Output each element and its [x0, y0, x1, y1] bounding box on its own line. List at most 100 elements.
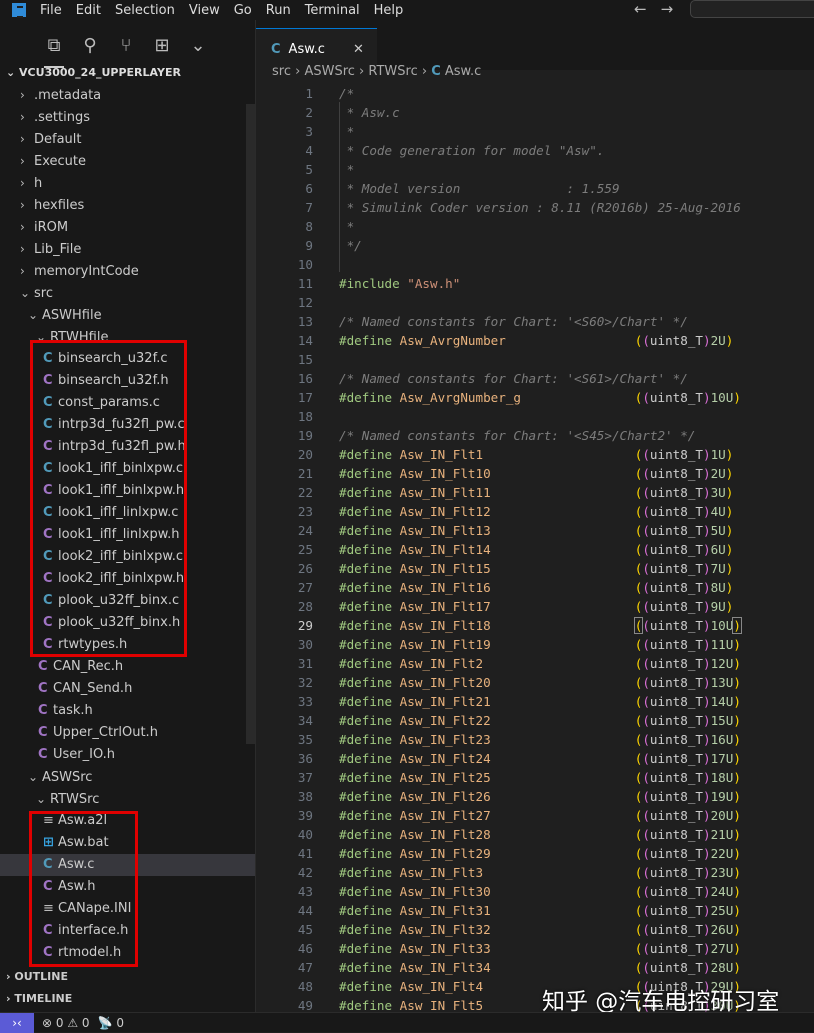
code-line[interactable]: 10	[256, 255, 814, 274]
code-line[interactable]: 29 #define Asw_IN_Flt18 ((uint8_T)10U)	[256, 616, 814, 635]
code-line[interactable]: 45 #define Asw_IN_Flt32 ((uint8_T)26U)	[256, 920, 814, 939]
folder-item[interactable]: › memoryIntCode	[0, 260, 255, 282]
extensions-icon[interactable]: ⊞	[152, 35, 172, 56]
code-line[interactable]: 46 #define Asw_IN_Flt33 ((uint8_T)27U)	[256, 939, 814, 958]
sidebar-scrollbar[interactable]	[246, 104, 255, 744]
code-line[interactable]: 31 #define Asw_IN_Flt2 ((uint8_T)12U)	[256, 654, 814, 673]
search-icon[interactable]: ⚲	[80, 35, 100, 56]
code-line[interactable]: 34 #define Asw_IN_Flt22 ((uint8_T)15U)	[256, 711, 814, 730]
explorer-icon[interactable]: ⧉	[44, 35, 64, 68]
code-line[interactable]: 8 *	[256, 217, 814, 236]
code-line[interactable]: 30 #define Asw_IN_Flt19 ((uint8_T)11U)	[256, 635, 814, 654]
code-line[interactable]: 4 * Code generation for model "Asw".	[256, 141, 814, 160]
code-line[interactable]: 20 #define Asw_IN_Flt1 ((uint8_T)1U)	[256, 445, 814, 464]
code-token: uint8_T	[649, 770, 703, 785]
code-line[interactable]: 11 #include "Asw.h"	[256, 274, 814, 293]
code-line[interactable]: 41 #define Asw_IN_Flt29 ((uint8_T)22U)	[256, 844, 814, 863]
ports-indicator[interactable]: 📡 0	[98, 1016, 124, 1030]
menu-go[interactable]: Go	[234, 3, 252, 18]
file-item[interactable]: C User_IO.h	[0, 744, 255, 766]
file-item[interactable]: C CAN_Rec.h	[0, 656, 255, 678]
code-token: (	[642, 960, 650, 975]
close-icon[interactable]: ✕	[353, 42, 364, 57]
folder-item[interactable]: ⌄ src	[0, 282, 255, 304]
code-line[interactable]: 37 #define Asw_IN_Flt25 ((uint8_T)18U)	[256, 768, 814, 787]
code-line[interactable]: 23 #define Asw_IN_Flt12 ((uint8_T)4U)	[256, 502, 814, 521]
code-line[interactable]: 15	[256, 350, 814, 369]
code-line[interactable]: 27 #define Asw_IN_Flt16 ((uint8_T)8U)	[256, 578, 814, 597]
menu-help[interactable]: Help	[374, 3, 404, 18]
breadcrumb-aswsrc[interactable]: ASWSrc	[304, 64, 354, 79]
code-line[interactable]: 28 #define Asw_IN_Flt17 ((uint8_T)9U)	[256, 597, 814, 616]
command-center-search[interactable]	[690, 0, 814, 18]
menu-run[interactable]: Run	[266, 3, 291, 18]
code-line[interactable]: 33 #define Asw_IN_Flt21 ((uint8_T)14U)	[256, 692, 814, 711]
folder-item[interactable]: ⌄ ASWHfile	[0, 304, 255, 326]
code-line[interactable]: 21 #define Asw_IN_Flt10 ((uint8_T)2U)	[256, 464, 814, 483]
code-line[interactable]: 19 /* Named constants for Chart: '<S45>/C…	[256, 426, 814, 445]
folder-item[interactable]: › h	[0, 172, 255, 194]
file-item[interactable]: Ctask.h	[0, 700, 255, 722]
menu-selection[interactable]: Selection	[115, 3, 175, 18]
code-line[interactable]: 42 #define Asw_IN_Flt3 ((uint8_T)23U)	[256, 863, 814, 882]
code-token: uint8_T	[649, 656, 703, 671]
vscode-logo-icon	[12, 3, 26, 18]
code-line[interactable]: 32 #define Asw_IN_Flt20 ((uint8_T)13U)	[256, 673, 814, 692]
code-line[interactable]: 43 #define Asw_IN_Flt30 ((uint8_T)24U)	[256, 882, 814, 901]
code-token: /*	[339, 86, 355, 101]
code-line[interactable]: 9 */	[256, 236, 814, 255]
code-line[interactable]: 16 /* Named constants for Chart: '<S61>/C…	[256, 369, 814, 388]
code-line[interactable]: 36 #define Asw_IN_Flt24 ((uint8_T)17U)	[256, 749, 814, 768]
forward-arrow-icon[interactable]: →	[661, 0, 674, 18]
folder-item[interactable]: › Execute	[0, 150, 255, 172]
menu-edit[interactable]: Edit	[76, 3, 101, 18]
code-line[interactable]: 2 * Asw.c	[256, 103, 814, 122]
code-line[interactable]: 18	[256, 407, 814, 426]
code-line[interactable]: 3 *	[256, 122, 814, 141]
timeline-section[interactable]: › TIMELINE	[6, 992, 72, 1005]
breadcrumb-rtwsrc[interactable]: RTWSrc	[368, 64, 417, 79]
source-control-icon[interactable]: ⑂	[116, 35, 136, 56]
file-item[interactable]: C CAN_Send.h	[0, 678, 255, 700]
code-line[interactable]: 14 #define Asw_AvrgNumber ((uint8_T)2U)	[256, 331, 814, 350]
folder-item[interactable]: ⌄ RTWSrc	[0, 788, 255, 810]
code-line[interactable]: 7 * Simulink Coder version : 8.11 (R2016…	[256, 198, 814, 217]
code-line[interactable]: 25 #define Asw_IN_Flt14 ((uint8_T)6U)	[256, 540, 814, 559]
code-line[interactable]: 44 #define Asw_IN_Flt31 ((uint8_T)25U)	[256, 901, 814, 920]
folder-item[interactable]: › .settings	[0, 106, 255, 128]
code-line[interactable]: 6 * Model version : 1.559	[256, 179, 814, 198]
folder-item[interactable]: › iROM	[0, 216, 255, 238]
code-line[interactable]: 5 *	[256, 160, 814, 179]
code-line[interactable]: 22 #define Asw_IN_Flt11 ((uint8_T)3U)	[256, 483, 814, 502]
problems-indicator[interactable]: ⊗ 0 ⚠ 0	[42, 1016, 90, 1030]
folder-item[interactable]: › Default	[0, 128, 255, 150]
outline-section[interactable]: › OUTLINE	[6, 970, 68, 983]
menu-terminal[interactable]: Terminal	[305, 3, 360, 18]
code-line[interactable]: 39 #define Asw_IN_Flt27 ((uint8_T)20U)	[256, 806, 814, 825]
code-line[interactable]: 38 #define Asw_IN_Flt26 ((uint8_T)19U)	[256, 787, 814, 806]
menu-view[interactable]: View	[189, 3, 220, 18]
explorer-root[interactable]: ⌄ VCU3000_24_UPPERLAYER	[6, 66, 181, 79]
folder-item[interactable]: › hexfiles	[0, 194, 255, 216]
code-line[interactable]: 17 #define Asw_AvrgNumber_g ((uint8_T)10U…	[256, 388, 814, 407]
file-item[interactable]: C Upper_CtrlOut.h	[0, 722, 255, 744]
chevron-down-icon[interactable]: ⌄	[188, 35, 208, 56]
remote-icon[interactable]: ›‹	[0, 1012, 34, 1033]
code-line[interactable]: 12	[256, 293, 814, 312]
folder-item[interactable]: ⌄ ASWSrc	[0, 766, 255, 788]
code-line[interactable]: 24 #define Asw_IN_Flt13 ((uint8_T)5U)	[256, 521, 814, 540]
folder-item[interactable]: › Lib_File	[0, 238, 255, 260]
breadcrumb-file[interactable]: Asw.c	[445, 64, 481, 79]
code-line[interactable]: 35 #define Asw_IN_Flt23 ((uint8_T)16U)	[256, 730, 814, 749]
code-line[interactable]: 47 #define Asw_IN_Flt34 ((uint8_T)28U)	[256, 958, 814, 977]
code-line[interactable]: 40 #define Asw_IN_Flt28 ((uint8_T)21U)	[256, 825, 814, 844]
breadcrumb-src[interactable]: src	[272, 64, 291, 79]
menu-file[interactable]: File	[40, 3, 62, 18]
code-editor[interactable]: 1/* 2 * Asw.c 3 * 4 * Code generation for m…	[256, 84, 814, 1015]
code-line[interactable]: 1 /*	[256, 84, 814, 103]
folder-item[interactable]: › .metadata	[0, 84, 255, 106]
code-line[interactable]: 26 #define Asw_IN_Flt15 ((uint8_T)7U)	[256, 559, 814, 578]
back-arrow-icon[interactable]: ←	[634, 0, 647, 18]
code-line[interactable]: 13 /* Named constants for Chart: '<S60>/C…	[256, 312, 814, 331]
